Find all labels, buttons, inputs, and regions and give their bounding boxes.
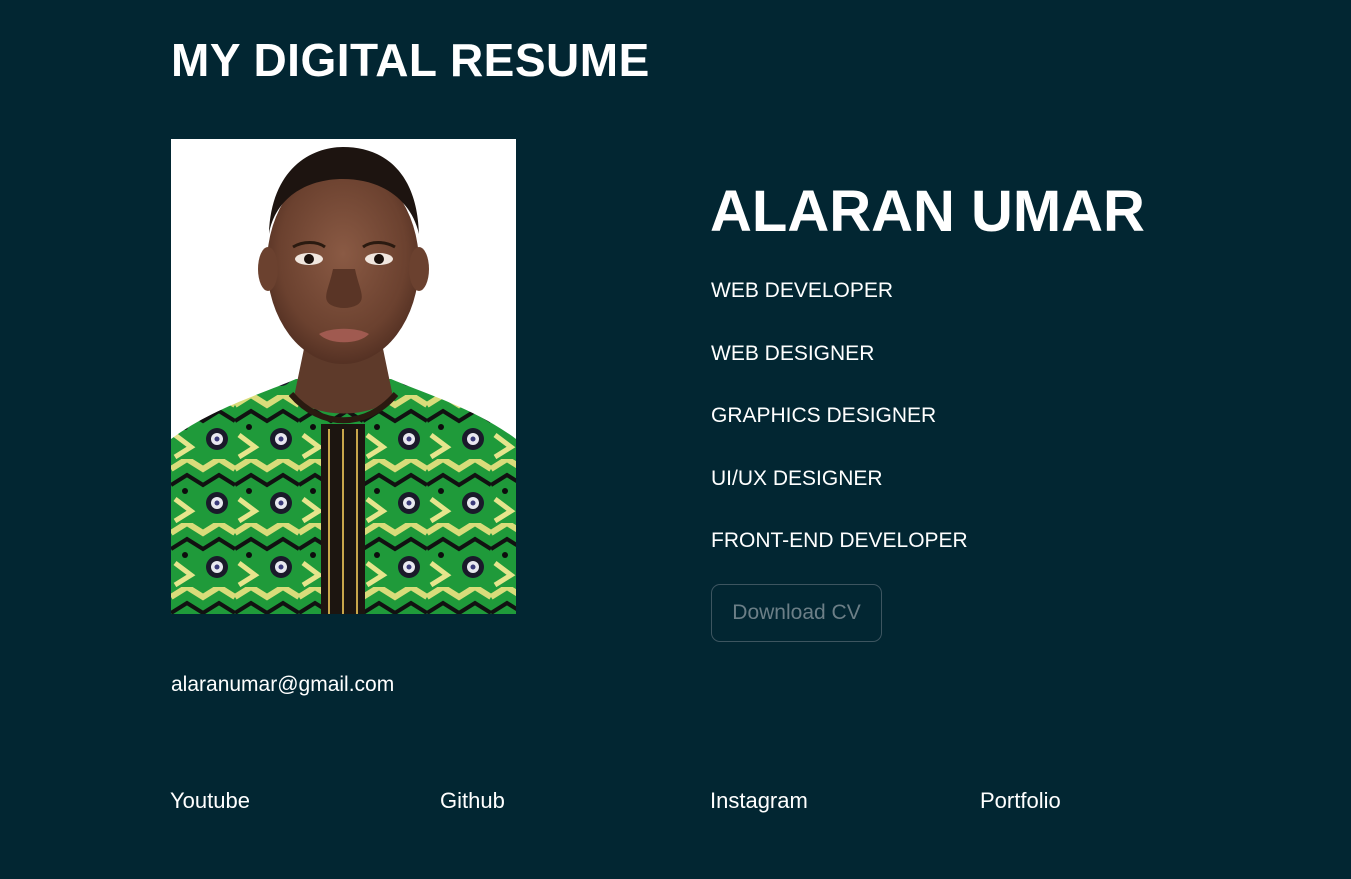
site-title: MY DIGITAL RESUME — [171, 34, 650, 86]
role-item: UI/UX DESIGNER — [711, 466, 883, 490]
role-item: GRAPHICS DESIGNER — [711, 404, 937, 427]
roles-list: WEB DEVELOPER WEB DESIGNER GRAPHICS DESI… — [711, 276, 968, 589]
youtube-link[interactable]: Youtube — [170, 786, 250, 816]
download-cv-button[interactable]: Download CV — [711, 584, 882, 642]
resume-page: MY DIGITAL RESUME alaranumar@gmail.com A… — [0, 0, 1351, 879]
email-address: alaranumar@gmail.com — [171, 673, 395, 696]
instagram-link[interactable]: Instagram — [710, 786, 808, 816]
github-link[interactable]: Github — [440, 786, 505, 816]
role-item: FRONT-END DEVELOPER — [711, 529, 968, 552]
profile-photo — [171, 139, 516, 614]
profile-name: ALARAN UMAR — [710, 179, 1145, 244]
role-item: WEB DESIGNER — [711, 341, 875, 365]
portfolio-link[interactable]: Portfolio — [980, 786, 1061, 816]
role-item: WEB DEVELOPER — [711, 279, 894, 302]
